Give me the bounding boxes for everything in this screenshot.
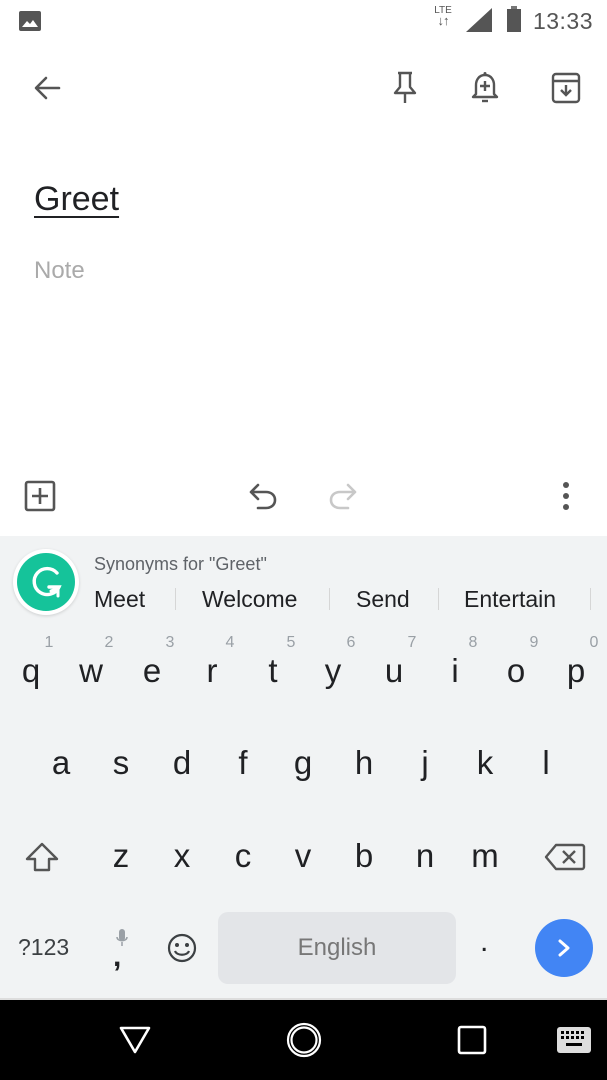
key-p[interactable]: p xyxy=(551,652,601,690)
key-l[interactable]: l xyxy=(521,744,571,782)
more-vert-icon xyxy=(563,482,569,510)
shift-key[interactable] xyxy=(18,833,66,881)
home-circle-icon xyxy=(286,1022,322,1058)
key-o[interactable]: o xyxy=(491,652,541,690)
key-hint: 7 xyxy=(407,634,417,651)
key-g[interactable]: g xyxy=(278,744,328,782)
network-type: LTE ↓↑ xyxy=(430,6,456,28)
key-hint: 6 xyxy=(346,634,356,651)
key-k[interactable]: k xyxy=(460,744,510,782)
status-bar: LTE ↓↑ 13:33 xyxy=(0,0,607,44)
suggestion-divider xyxy=(438,588,439,610)
key-s[interactable]: s xyxy=(96,744,146,782)
undo-button[interactable] xyxy=(239,472,287,520)
arrow-left-icon xyxy=(34,76,61,100)
key-e[interactable]: e xyxy=(127,652,177,690)
key-c[interactable]: c xyxy=(218,837,268,875)
key-h[interactable]: h xyxy=(339,744,389,782)
key-x[interactable]: x xyxy=(157,837,207,875)
synonym-suggestion[interactable]: Send xyxy=(356,586,410,613)
key-q[interactable]: q xyxy=(6,652,56,690)
reminder-button[interactable] xyxy=(461,64,509,112)
key-y[interactable]: y xyxy=(308,652,358,690)
nav-recents-button[interactable] xyxy=(448,1016,496,1064)
signal-icon xyxy=(466,8,492,32)
key-hint: 5 xyxy=(286,634,296,651)
chevron-right-icon xyxy=(558,939,570,957)
synonyms-title: Synonyms for "Greet" xyxy=(94,554,267,574)
key-m[interactable]: m xyxy=(460,837,510,875)
suggestion-divider xyxy=(329,588,330,610)
comma-key[interactable]: , xyxy=(113,940,121,974)
reminder-add-icon xyxy=(471,72,499,103)
key-w[interactable]: w xyxy=(66,652,116,690)
keyboard-switch-icon xyxy=(557,1027,591,1053)
back-triangle-icon xyxy=(119,1026,151,1054)
undo-icon xyxy=(249,483,277,510)
data-arrows-icon: ↓↑ xyxy=(437,13,450,28)
synonym-suggestion[interactable]: Entertain xyxy=(464,586,556,613)
key-f[interactable]: f xyxy=(218,744,268,782)
redo-icon xyxy=(329,483,357,510)
key-hint: 1 xyxy=(44,634,54,651)
screen: LTE ↓↑ 13:33 Greet Note Synonyms for "Gr… xyxy=(0,0,607,1080)
enter-key[interactable] xyxy=(535,919,593,977)
key-b[interactable]: b xyxy=(339,837,389,875)
key-n[interactable]: n xyxy=(400,837,450,875)
clock: 13:33 xyxy=(532,8,593,34)
suggestion-divider xyxy=(590,588,591,610)
key-d[interactable]: d xyxy=(157,744,207,782)
key-hint: 0 xyxy=(589,634,599,651)
synonym-suggestion[interactable]: Meet xyxy=(94,586,145,613)
key-hint: 2 xyxy=(104,634,114,651)
shift-icon xyxy=(25,842,59,872)
synonym-suggestion[interactable]: Welcome xyxy=(202,586,297,613)
key-r[interactable]: r xyxy=(187,652,237,690)
key-z[interactable]: z xyxy=(96,837,146,875)
image-notification-icon xyxy=(19,11,41,31)
note-body-input[interactable]: Note xyxy=(34,257,85,285)
note-title-input[interactable]: Greet xyxy=(34,180,119,219)
nav-home-button[interactable] xyxy=(280,1016,328,1064)
backspace-key[interactable] xyxy=(540,833,590,881)
battery-icon xyxy=(507,6,521,32)
grammarly-button[interactable] xyxy=(13,549,79,615)
grammarly-logo-icon xyxy=(17,553,75,611)
redo-button[interactable] xyxy=(319,472,367,520)
key-hint: 9 xyxy=(529,634,539,651)
key-u[interactable]: u xyxy=(369,652,419,690)
key-a[interactable]: a xyxy=(36,744,86,782)
backspace-icon xyxy=(544,843,586,871)
keyboard-switch-button[interactable] xyxy=(550,1016,598,1064)
key-hint: 4 xyxy=(225,634,235,651)
key-v[interactable]: v xyxy=(278,837,328,875)
symbols-key[interactable]: ?123 xyxy=(18,934,69,961)
key-i[interactable]: i xyxy=(430,652,480,690)
add-content-button[interactable] xyxy=(16,472,64,520)
pin-icon xyxy=(393,71,417,103)
key-t[interactable]: t xyxy=(248,652,298,690)
nav-back-button[interactable] xyxy=(111,1016,159,1064)
back-button[interactable] xyxy=(23,64,71,112)
key-j[interactable]: j xyxy=(400,744,450,782)
pin-button[interactable] xyxy=(381,64,429,112)
key-hint: 3 xyxy=(165,634,175,651)
period-key[interactable]: . xyxy=(480,925,488,959)
emoji-key[interactable] xyxy=(158,924,206,972)
emoji-icon xyxy=(167,933,197,963)
suggestion-divider xyxy=(175,588,176,610)
navigation-bar xyxy=(0,998,607,1080)
more-options-button[interactable] xyxy=(542,472,590,520)
key-hint: 8 xyxy=(468,634,478,651)
recents-square-icon xyxy=(457,1025,487,1055)
space-bar[interactable]: English xyxy=(218,912,456,984)
add-box-icon xyxy=(24,480,56,512)
archive-icon xyxy=(551,72,581,104)
archive-button[interactable] xyxy=(542,64,590,112)
